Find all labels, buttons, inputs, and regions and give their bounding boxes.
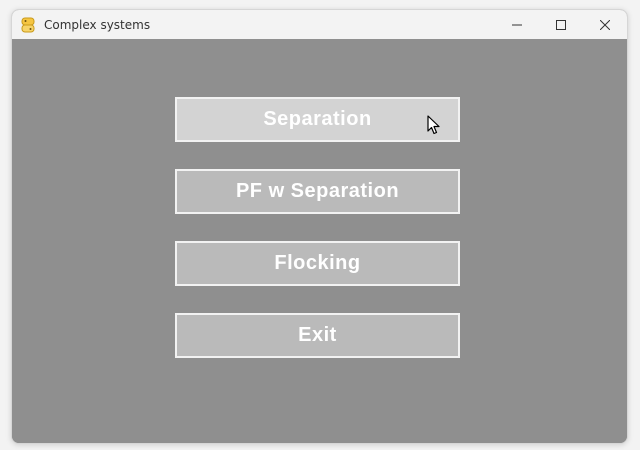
minimize-button[interactable] xyxy=(495,10,539,39)
menu-canvas: Separation PF w Separation Flocking Exit xyxy=(12,39,627,443)
separation-button[interactable]: Separation xyxy=(175,97,460,142)
exit-button[interactable]: Exit xyxy=(175,313,460,358)
maximize-icon xyxy=(556,19,566,30)
flocking-button[interactable]: Flocking xyxy=(175,241,460,286)
mouse-pointer-icon xyxy=(427,115,440,135)
window-title: Complex systems xyxy=(44,17,151,32)
app-window: Complex systems Separation PF w Separati… xyxy=(11,9,628,444)
maximize-button[interactable] xyxy=(539,10,583,39)
minimize-icon xyxy=(512,24,522,25)
title-bar[interactable]: Complex systems xyxy=(12,10,627,39)
pf-with-separation-button[interactable]: PF w Separation xyxy=(175,169,460,214)
close-icon xyxy=(600,19,610,30)
python-icon xyxy=(21,17,35,33)
close-button[interactable] xyxy=(583,10,627,39)
